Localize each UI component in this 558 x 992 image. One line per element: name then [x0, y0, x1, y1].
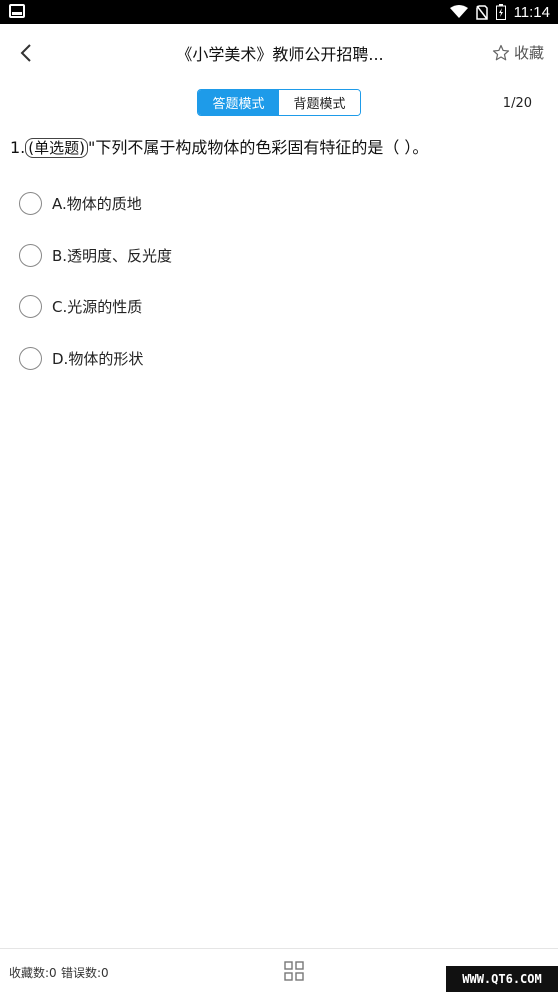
back-button[interactable] [12, 38, 40, 68]
mode-toggle: 答题模式 背题模式 [197, 89, 361, 116]
option-label: C.光源的性质 [52, 298, 143, 317]
option-label: B.透明度、反光度 [52, 246, 173, 265]
question-stem: "下列不属于构成物体的色彩固有特征的是（ ）。 [87, 138, 429, 157]
favorite-label: 收藏 [513, 44, 544, 62]
recite-mode-tab[interactable]: 背题模式 [279, 90, 360, 115]
option-c[interactable]: C.光源的性质 [19, 281, 539, 333]
radio-icon[interactable] [19, 192, 42, 216]
status-bar: 11:14 [0, 0, 558, 24]
radio-icon[interactable] [19, 243, 42, 267]
radio-icon[interactable] [19, 346, 42, 370]
answer-mode-tab[interactable]: 答题模式 [198, 90, 279, 115]
errors-count: 错误数:0 [61, 966, 109, 980]
favorites-count: 收藏数:0 [9, 966, 57, 980]
chevron-left-icon [20, 44, 31, 62]
watermark: WWW.QT6.COM [446, 966, 558, 992]
wifi-icon [449, 5, 468, 19]
star-icon [492, 44, 510, 60]
option-a[interactable]: A.物体的质地 [19, 178, 539, 230]
app-header: 《小学美术》教师公开招聘... 收藏 [0, 24, 558, 82]
question-type-badge: (单选题) [25, 138, 88, 158]
grid-icon [284, 961, 304, 981]
question-number: 1. [10, 138, 26, 157]
option-d[interactable]: D.物体的形状 [19, 333, 539, 385]
no-sim-icon [475, 4, 488, 20]
favorite-button[interactable]: 收藏 [492, 42, 544, 63]
question-progress: 1/20 [502, 96, 532, 111]
option-label: A.物体的质地 [52, 195, 142, 214]
option-b[interactable]: B.透明度、反光度 [19, 230, 539, 282]
radio-icon[interactable] [19, 295, 42, 319]
battery-icon [495, 4, 506, 20]
option-label: D.物体的形状 [52, 349, 144, 368]
status-time: 11:14 [513, 3, 550, 21]
page-title: 《小学美术》教师公开招聘... [176, 45, 384, 64]
question-grid-button[interactable] [284, 961, 304, 981]
bottom-bar: 收藏数:0 错误数:0 WWW.QT6.COM [0, 948, 558, 992]
screenshot-icon [9, 4, 25, 18]
options-list: A.物体的质地 B.透明度、反光度 C.光源的性质 D.物体的形状 [19, 178, 539, 384]
question-text: 1. (单选题) "下列不属于构成物体的色彩固有特征的是（ ）。 [10, 137, 550, 159]
